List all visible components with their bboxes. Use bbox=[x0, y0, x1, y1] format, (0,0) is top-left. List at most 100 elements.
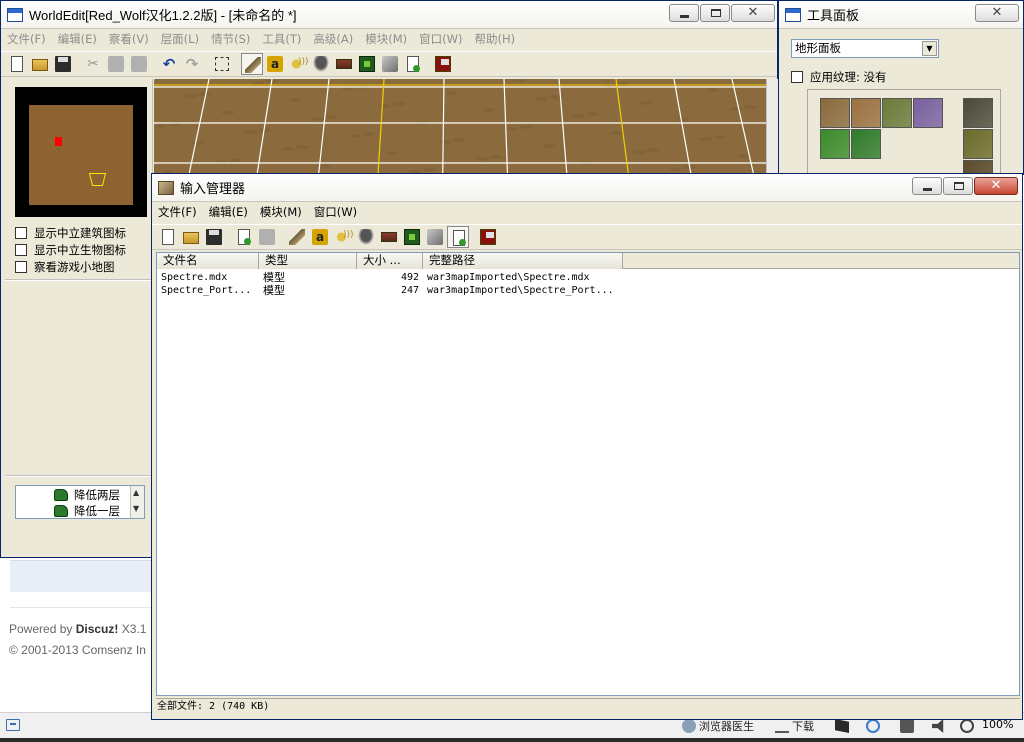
ability-editor-button[interactable] bbox=[356, 53, 378, 75]
column-header-filename[interactable]: 文件名 bbox=[157, 253, 259, 269]
menu-module[interactable]: 模块(M) bbox=[260, 204, 302, 220]
checkbox-box[interactable] bbox=[791, 71, 803, 83]
open-button[interactable] bbox=[180, 226, 202, 248]
redo-button[interactable]: ↷ bbox=[181, 53, 203, 75]
column-header-size[interactable]: 大小 ... bbox=[357, 253, 423, 269]
checkbox-box[interactable] bbox=[15, 244, 27, 256]
import-file-button[interactable] bbox=[233, 226, 255, 248]
height-list-scrollbar[interactable]: ▲ ▼ bbox=[130, 486, 144, 518]
imported-files-list[interactable]: 文件名 类型 大小 ... 完整路径 Spectre.mdx 模型 492 wa… bbox=[156, 252, 1020, 696]
volume-icon[interactable] bbox=[932, 719, 944, 733]
texture-tile[interactable] bbox=[913, 98, 943, 128]
cut-button[interactable]: ✂ bbox=[82, 53, 104, 75]
maximize-button[interactable] bbox=[700, 4, 730, 22]
height-tool-list[interactable]: 降低两层 降低一层 ▲ ▼ bbox=[15, 485, 145, 519]
minimap[interactable] bbox=[15, 87, 147, 217]
object-manager-button[interactable] bbox=[447, 226, 469, 248]
menu-view[interactable]: 察看(V) bbox=[109, 31, 149, 47]
terrain-editor-button[interactable] bbox=[286, 226, 308, 248]
menu-edit[interactable]: 编辑(E) bbox=[58, 31, 97, 47]
checkbox-neutral-creatures[interactable]: 显示中立生物图标 bbox=[15, 242, 126, 258]
texture-tile[interactable] bbox=[820, 129, 850, 159]
doodad-editor-button[interactable]: a bbox=[264, 53, 286, 75]
sound-editor-button[interactable] bbox=[287, 53, 309, 75]
close-button[interactable]: ✕ bbox=[731, 4, 775, 22]
column-header-path[interactable]: 完整路径 bbox=[423, 253, 623, 269]
login-icon[interactable] bbox=[6, 719, 20, 731]
map-vertical-scrollbar[interactable] bbox=[766, 79, 778, 175]
item-editor-button[interactable] bbox=[333, 53, 355, 75]
checkbox-neutral-buildings[interactable]: 显示中立建筑图标 bbox=[15, 225, 126, 241]
terrain-map-view[interactable] bbox=[154, 79, 766, 175]
table-row[interactable]: Spectre_Port... 模型 247 war3mapImported\S… bbox=[157, 284, 1019, 297]
checkbox-game-minimap[interactable]: 察看游戏小地图 bbox=[15, 259, 115, 275]
browser-doctor-button[interactable]: 浏览器医生 bbox=[682, 718, 754, 734]
item-editor-button[interactable] bbox=[378, 226, 400, 248]
paste-button[interactable] bbox=[128, 53, 150, 75]
texture-tile[interactable] bbox=[820, 98, 850, 128]
menu-module[interactable]: 模块(M) bbox=[365, 31, 407, 47]
unit-editor-button[interactable] bbox=[355, 226, 377, 248]
palette-close-button[interactable]: ✕ bbox=[975, 4, 1019, 22]
undo-button[interactable]: ↶ bbox=[158, 53, 180, 75]
copy-button[interactable] bbox=[105, 53, 127, 75]
height-tool-item[interactable]: 降低两层 bbox=[16, 487, 128, 502]
minimize-button[interactable] bbox=[669, 4, 699, 22]
test-map-button[interactable] bbox=[477, 226, 499, 248]
test-map-button[interactable] bbox=[432, 53, 454, 75]
menu-scenario[interactable]: 情节(S) bbox=[211, 31, 250, 47]
flag-icon[interactable] bbox=[835, 719, 849, 733]
ie-icon[interactable] bbox=[866, 719, 880, 733]
menu-file[interactable]: 文件(F) bbox=[158, 204, 197, 220]
menu-advanced[interactable]: 高级(A) bbox=[313, 31, 353, 47]
screen-icon[interactable] bbox=[900, 719, 914, 733]
chevron-down-icon[interactable]: ▼ bbox=[922, 41, 937, 56]
export-file-button[interactable] bbox=[256, 226, 278, 248]
select-tool-button[interactable] bbox=[211, 53, 233, 75]
checkbox-box[interactable] bbox=[15, 227, 27, 239]
terrain-speckle bbox=[326, 115, 338, 119]
menu-window[interactable]: 窗口(W) bbox=[314, 204, 357, 220]
texture-tile[interactable] bbox=[882, 98, 912, 128]
zoom-icon[interactable] bbox=[960, 719, 974, 733]
height-tool-item[interactable]: 降低一层 bbox=[16, 503, 128, 518]
close-button[interactable]: ✕ bbox=[974, 177, 1018, 195]
save-button[interactable] bbox=[203, 226, 225, 248]
column-header-type[interactable]: 类型 bbox=[259, 253, 357, 269]
palette-titlebar[interactable]: 工具面板 ✕ bbox=[779, 1, 1023, 29]
terrain-editor-button[interactable] bbox=[241, 53, 263, 75]
doodad-editor-button[interactable]: a bbox=[309, 226, 331, 248]
open-map-button[interactable] bbox=[29, 53, 51, 75]
menu-edit[interactable]: 编辑(E) bbox=[209, 204, 248, 220]
scroll-up-icon[interactable]: ▲ bbox=[133, 488, 139, 497]
menu-tools[interactable]: 工具(T) bbox=[262, 31, 301, 47]
menu-help[interactable]: 帮助(H) bbox=[474, 31, 515, 47]
menu-file[interactable]: 文件(F) bbox=[7, 31, 46, 47]
menu-window[interactable]: 窗口(W) bbox=[419, 31, 462, 47]
menu-layer[interactable]: 层面(L) bbox=[161, 31, 199, 47]
import-manager-titlebar[interactable]: 输入管理器 ✕ bbox=[152, 174, 1022, 202]
new-button[interactable] bbox=[157, 226, 179, 248]
apply-texture-checkbox[interactable]: 应用纹理: 没有 bbox=[791, 69, 887, 85]
ability-editor-button[interactable] bbox=[401, 226, 423, 248]
table-row[interactable]: Spectre.mdx 模型 492 war3mapImported\Spect… bbox=[157, 271, 1019, 284]
palette-type-dropdown[interactable]: 地形面板 ▼ bbox=[791, 39, 939, 58]
minimize-button[interactable] bbox=[912, 177, 942, 195]
texture-tile[interactable] bbox=[851, 98, 881, 128]
texture-tile[interactable] bbox=[963, 129, 993, 159]
maximize-button[interactable] bbox=[943, 177, 973, 195]
save-map-button[interactable] bbox=[52, 53, 74, 75]
texture-tile[interactable] bbox=[851, 129, 881, 159]
checkbox-box[interactable] bbox=[15, 261, 27, 273]
worldedit-titlebar[interactable]: WorldEdit[Red_Wolf汉化1.2.2版] - [未命名的 *] ✕ bbox=[1, 1, 777, 29]
new-map-button[interactable] bbox=[6, 53, 28, 75]
import-manager-button[interactable] bbox=[379, 53, 401, 75]
object-manager-button[interactable] bbox=[402, 53, 424, 75]
scroll-down-icon[interactable]: ▼ bbox=[133, 504, 139, 513]
unit-editor-button[interactable] bbox=[310, 53, 332, 75]
download-button[interactable]: 下载 bbox=[775, 718, 814, 734]
texture-tile[interactable] bbox=[963, 98, 993, 128]
import-manager-button[interactable] bbox=[424, 226, 446, 248]
sound-editor-button[interactable] bbox=[332, 226, 354, 248]
powered-brand-link[interactable]: Discuz! bbox=[76, 622, 119, 636]
